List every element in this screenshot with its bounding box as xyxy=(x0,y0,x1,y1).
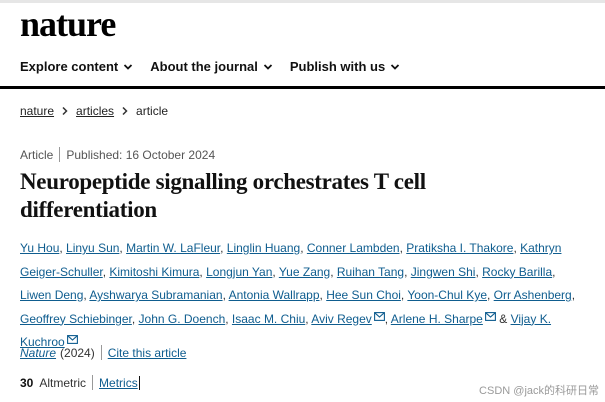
author-link[interactable]: Pratiksha I. Thakore xyxy=(406,241,513,255)
breadcrumb-nature[interactable]: nature xyxy=(20,104,54,118)
altmetric-label: Altmetric xyxy=(39,375,87,390)
nav-publish-with-us-label: Publish with us xyxy=(289,59,386,74)
author-link[interactable]: Jingwen Shi xyxy=(411,265,476,279)
author-link[interactable]: Linyu Sun xyxy=(66,241,119,255)
chevron-down-icon xyxy=(391,64,400,70)
chevron-right-icon xyxy=(62,106,68,116)
author-link[interactable]: Yu Hou xyxy=(20,241,59,255)
top-border xyxy=(0,0,605,3)
journal-link[interactable]: Nature xyxy=(20,346,56,360)
nav-about-journal[interactable]: About the journal xyxy=(150,58,273,76)
author-link[interactable]: Longjun Yan xyxy=(206,265,272,279)
chevron-down-icon xyxy=(124,64,133,70)
article-meta: Article Published: 16 October 2024 xyxy=(20,147,215,162)
author-link[interactable]: Arlene H. Sharpe xyxy=(391,312,483,326)
author-link[interactable]: Ayshwarya Subramanian xyxy=(89,288,222,302)
cite-article-link[interactable]: Cite this article xyxy=(108,346,187,360)
author-link[interactable]: Orr Ashenberg xyxy=(494,288,572,302)
article-metrics: 30 Altmetric Metrics xyxy=(20,375,140,390)
mail-icon[interactable] xyxy=(484,311,496,321)
header-divider xyxy=(0,86,605,89)
author-link[interactable]: Conner Lambden xyxy=(307,241,400,255)
author-link[interactable]: Martin W. LaFleur xyxy=(126,241,220,255)
nature-logo[interactable]: nature xyxy=(20,4,116,44)
author-link[interactable]: Linglin Huang xyxy=(227,241,300,255)
altmetric-count: 30 xyxy=(20,375,34,390)
journal-info: Nature (2024) Cite this article xyxy=(20,345,186,360)
author-link[interactable]: Isaac M. Chiu xyxy=(232,312,305,326)
author-link[interactable]: Yoon-Chul Kye xyxy=(407,288,487,302)
published-date: Published: 16 October 2024 xyxy=(66,147,216,162)
nav-about-journal-label: About the journal xyxy=(150,59,258,74)
author-link[interactable]: Yue Zang xyxy=(279,265,330,279)
chevron-right-icon xyxy=(122,106,128,116)
breadcrumb-current: article xyxy=(136,104,169,118)
nav-explore-content[interactable]: Explore content xyxy=(20,58,133,76)
text-cursor xyxy=(138,375,140,390)
journal-divider xyxy=(100,345,102,360)
metrics-link[interactable]: Metrics xyxy=(99,376,138,390)
author-link[interactable]: Ruihan Tang xyxy=(337,265,404,279)
nav-explore-content-label: Explore content xyxy=(20,59,119,74)
author-link[interactable]: John G. Doench xyxy=(139,312,226,326)
mail-icon[interactable] xyxy=(373,311,385,321)
article-title: Neuropeptide signalling orchestrates T c… xyxy=(20,169,426,222)
nav-publish-with-us[interactable]: Publish with us xyxy=(290,58,400,76)
author-link[interactable]: Aviv Regev xyxy=(311,312,371,326)
article-type: Article xyxy=(20,147,54,162)
breadcrumb-articles[interactable]: articles xyxy=(76,104,114,118)
author-link[interactable]: Liwen Deng xyxy=(20,288,83,302)
metrics-divider xyxy=(92,375,94,390)
author-link[interactable]: Hee Sun Choi xyxy=(326,288,401,302)
authors-ampersand: & xyxy=(499,311,508,326)
breadcrumb: nature articles article xyxy=(20,104,168,118)
main-nav: Explore content About the journal Publis… xyxy=(20,58,417,76)
author-link[interactable]: Geoffrey Schiebinger xyxy=(20,312,132,326)
author-link[interactable]: Antonia Wallrapp xyxy=(229,288,320,302)
author-list: Yu Hou, Linyu Sun, Martin W. LaFleur, Li… xyxy=(20,241,576,349)
journal-year: (2024) xyxy=(60,345,95,360)
author-link[interactable]: Kimitoshi Kimura xyxy=(109,265,199,279)
meta-divider xyxy=(59,147,61,162)
author-link[interactable]: Rocky Barilla xyxy=(482,265,552,279)
chevron-down-icon xyxy=(263,64,272,70)
mail-icon[interactable] xyxy=(66,335,78,344)
watermark: CSDN @jack的科研日常 xyxy=(479,385,599,397)
